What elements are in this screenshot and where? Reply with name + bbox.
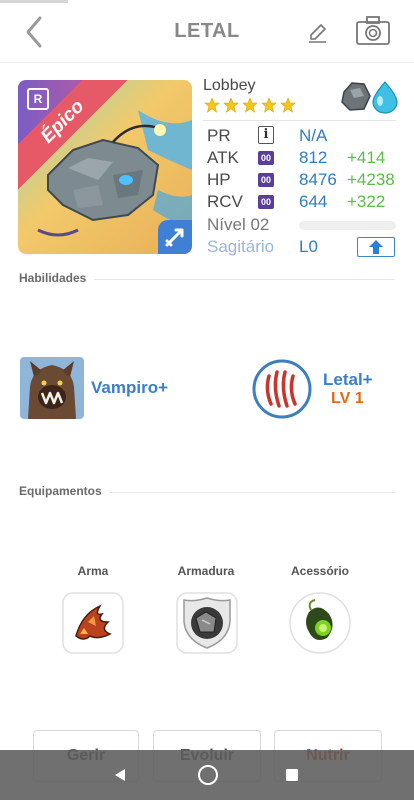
equipment-section-title: Equipamentos xyxy=(19,484,110,498)
skill-name-lethal[interactable]: Letal+ xyxy=(323,370,373,390)
stat-badge-hp: 00 xyxy=(258,173,274,187)
equipment-section-header: Equipamentos xyxy=(19,484,395,500)
class-level: L0 xyxy=(299,237,318,256)
nav-recents-button[interactable] xyxy=(286,769,298,781)
header: LETAL xyxy=(0,0,414,64)
stat-label-rcv: RCV xyxy=(207,192,243,211)
level-progress-bar xyxy=(299,221,396,230)
star-icon xyxy=(261,97,277,113)
stat-bonus-hp: +4238 xyxy=(347,170,395,189)
element-icons xyxy=(340,80,400,114)
class-upgrade-button[interactable] xyxy=(357,237,395,257)
equip-label-weapon: Arma xyxy=(77,564,109,578)
camera-icon xyxy=(356,16,390,45)
stat-row-pr: PR i N/A xyxy=(207,126,402,148)
stat-value-hp: 8476 xyxy=(299,170,337,189)
claw-weapon-icon xyxy=(62,592,124,654)
armor-slot[interactable] xyxy=(176,592,238,654)
camera-button[interactable] xyxy=(355,14,391,48)
star-rating xyxy=(204,97,296,117)
stat-row-rcv: RCV 00 644 +322 xyxy=(207,192,402,214)
pencil-icon xyxy=(309,24,326,43)
orb-accessory-icon xyxy=(289,592,351,654)
vampire-wolf-icon xyxy=(20,357,84,419)
equip-label-armor: Armadura xyxy=(177,564,235,578)
stat-badge-atk: 00 xyxy=(258,151,274,165)
shield-icon xyxy=(176,592,238,654)
stat-value-atk: 812 xyxy=(299,148,328,167)
monster-card-art[interactable]: Épico R xyxy=(18,80,192,254)
skill-icon-vampire[interactable] xyxy=(20,357,84,419)
system-nav-bar xyxy=(0,750,414,800)
skill-level-lethal: LV 1 xyxy=(331,390,364,407)
triangle-back-icon xyxy=(115,769,125,781)
nav-back-button[interactable] xyxy=(113,768,127,782)
info-icon[interactable]: i xyxy=(258,126,274,144)
skill-icon-lethal[interactable] xyxy=(251,358,313,420)
stat-row-hp: HP 00 8476 +4238 xyxy=(207,170,402,192)
stat-value-rcv: 644 xyxy=(299,192,328,211)
skills-section-title: Habilidades xyxy=(19,271,95,285)
monster-name: Lobbey xyxy=(203,77,256,94)
level-row: Nível 02 xyxy=(207,215,402,237)
page-title: LETAL xyxy=(174,20,240,42)
arrow-icon xyxy=(165,228,184,247)
star-icon xyxy=(223,97,239,113)
stat-badge-rcv: 00 xyxy=(258,195,274,209)
water-drop-icon xyxy=(372,81,398,114)
arrow-up-icon xyxy=(369,240,383,254)
stat-value-pr: N/A xyxy=(299,126,328,145)
nav-home-button[interactable] xyxy=(198,765,218,785)
star-icon xyxy=(280,97,296,113)
level-label: Nível 02 xyxy=(207,215,270,234)
star-icon xyxy=(204,97,220,113)
stat-label-pr: PR xyxy=(207,126,231,145)
stat-bonus-atk: +414 xyxy=(347,148,386,167)
claw-marks-icon xyxy=(252,359,312,419)
class-row: Sagitário L0 xyxy=(207,237,402,259)
accessory-slot[interactable] xyxy=(289,592,351,654)
skills-section-header: Habilidades xyxy=(19,271,395,287)
stat-label-hp: HP xyxy=(207,170,231,189)
star-icon xyxy=(242,97,258,113)
stat-bonus-rcv: +322 xyxy=(347,192,386,211)
weapon-slot[interactable] xyxy=(62,592,124,654)
stat-label-atk: ATK xyxy=(207,148,239,167)
equip-label-accessory: Acessório xyxy=(290,564,350,578)
edit-button[interactable] xyxy=(305,20,331,46)
skill-name-vampire[interactable]: Vampiro+ xyxy=(91,378,168,398)
grade-badge: R xyxy=(27,88,49,110)
class-label: Sagitário xyxy=(207,237,275,256)
stat-row-atk: ATK 00 812 +414 xyxy=(207,148,402,170)
class-badge xyxy=(158,220,192,254)
header-divider xyxy=(0,62,414,63)
stats-divider xyxy=(203,120,396,121)
